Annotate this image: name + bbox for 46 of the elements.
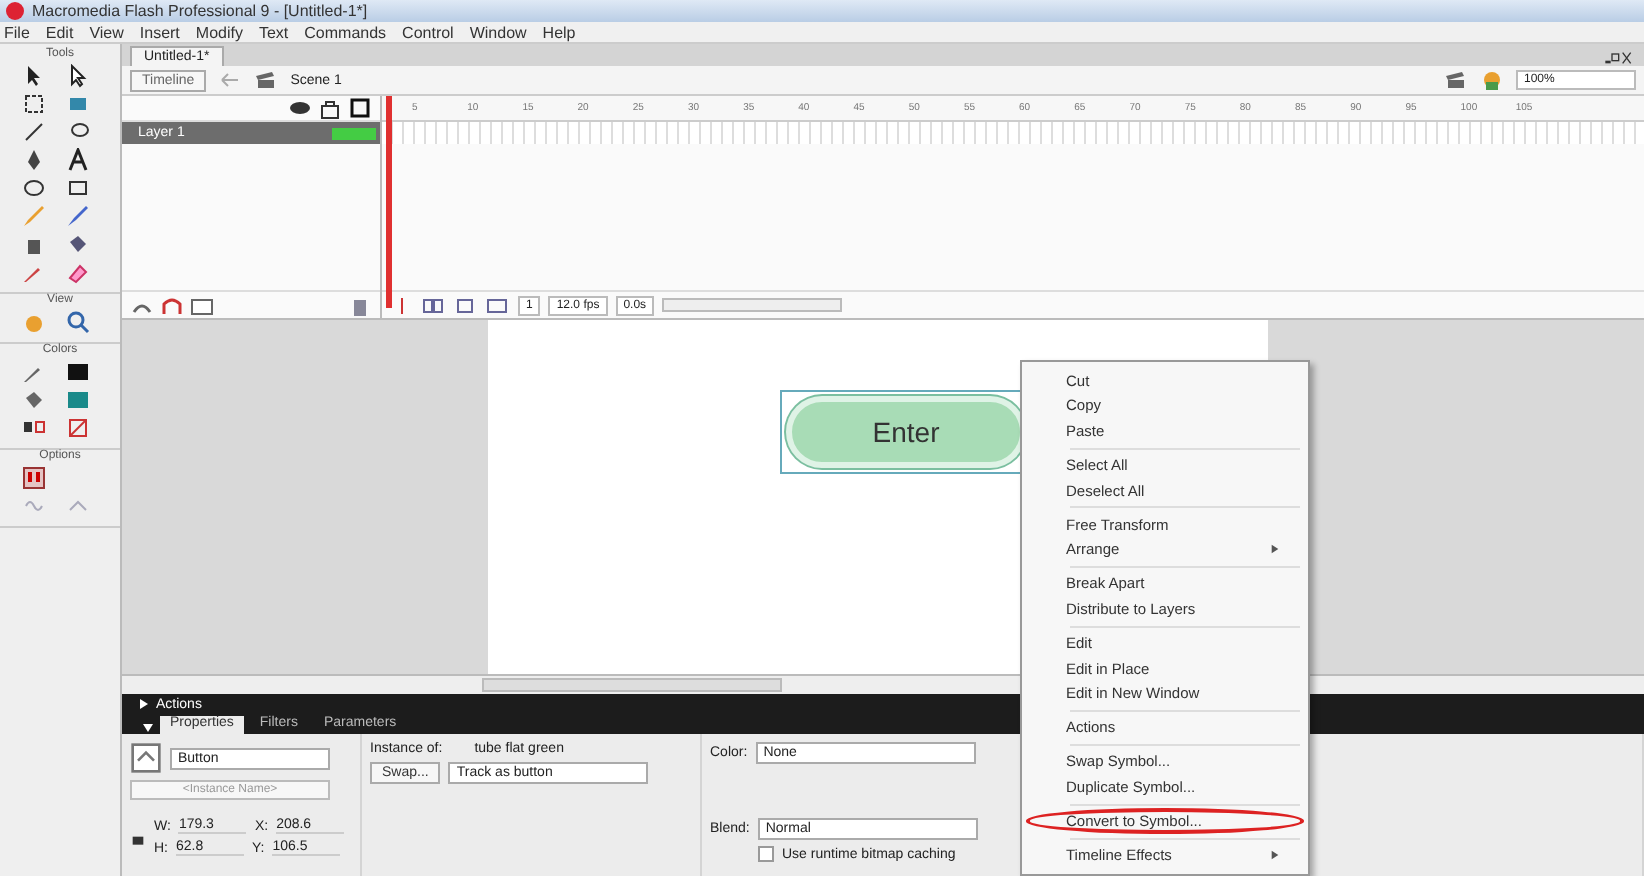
checkbox[interactable] <box>758 846 774 862</box>
onion-outline-icon[interactable] <box>454 293 478 317</box>
edit-symbols-icon[interactable] <box>1480 68 1504 92</box>
folder-icon[interactable] <box>190 293 214 317</box>
expand-arrow-icon[interactable] <box>138 698 150 710</box>
scrollbar[interactable] <box>662 298 843 312</box>
eraser-icon[interactable] <box>66 260 90 284</box>
menu-item[interactable]: Insert <box>139 23 180 41</box>
menu-item[interactable]: File <box>4 23 30 41</box>
subselect-icon[interactable] <box>66 64 90 88</box>
submenu-arrow-icon[interactable] <box>1270 850 1280 861</box>
menu-item[interactable]: View <box>89 23 124 41</box>
menu-item[interactable]: Window <box>469 23 527 41</box>
zoom-icon[interactable] <box>66 310 90 334</box>
app-logo-icon[interactable] <box>6 2 24 20</box>
stroke-swatch-icon[interactable] <box>66 360 90 384</box>
onion-skin-icon[interactable] <box>422 293 446 317</box>
menu-item[interactable]: Commands <box>304 23 387 41</box>
menu-item[interactable]: Edit <box>45 23 74 41</box>
no-color-icon[interactable] <box>66 416 90 440</box>
eye-icon[interactable] <box>288 96 312 120</box>
text-icon[interactable] <box>66 148 90 172</box>
add-guide-icon[interactable] <box>160 293 184 317</box>
multiple-frames-icon[interactable] <box>486 293 510 317</box>
transform-icon[interactable] <box>22 92 46 116</box>
scrollbar-thumb[interactable] <box>482 678 782 692</box>
menu-item[interactable]: Control <box>402 23 454 41</box>
button-symbol-icon[interactable] <box>130 742 162 774</box>
rectangle-icon[interactable] <box>66 176 90 200</box>
collapse-arrow-icon[interactable] <box>142 722 154 734</box>
fill-swatch-icon[interactable] <box>66 388 90 412</box>
line-icon[interactable] <box>22 120 46 144</box>
lock-icon[interactable] <box>318 96 342 120</box>
menu-item[interactable]: Text <box>258 23 289 41</box>
window-title: Macromedia Flash Professional 9 - [Untitled-1*] <box>32 2 368 20</box>
brush-icon[interactable] <box>66 204 90 228</box>
menu-item[interactable]: Help <box>542 23 576 41</box>
edit-scene-icon[interactable] <box>1444 68 1468 92</box>
oval-icon[interactable] <box>22 176 46 200</box>
submenu-arrow-icon[interactable] <box>1270 544 1280 555</box>
outline-icon[interactable] <box>348 96 372 120</box>
snap-magnet-icon[interactable] <box>22 466 46 490</box>
scene-icon[interactable] <box>254 68 279 92</box>
menu-item[interactable]: Modify <box>195 23 243 41</box>
pen-icon[interactable] <box>22 148 46 172</box>
arrow-icon[interactable] <box>22 64 46 88</box>
